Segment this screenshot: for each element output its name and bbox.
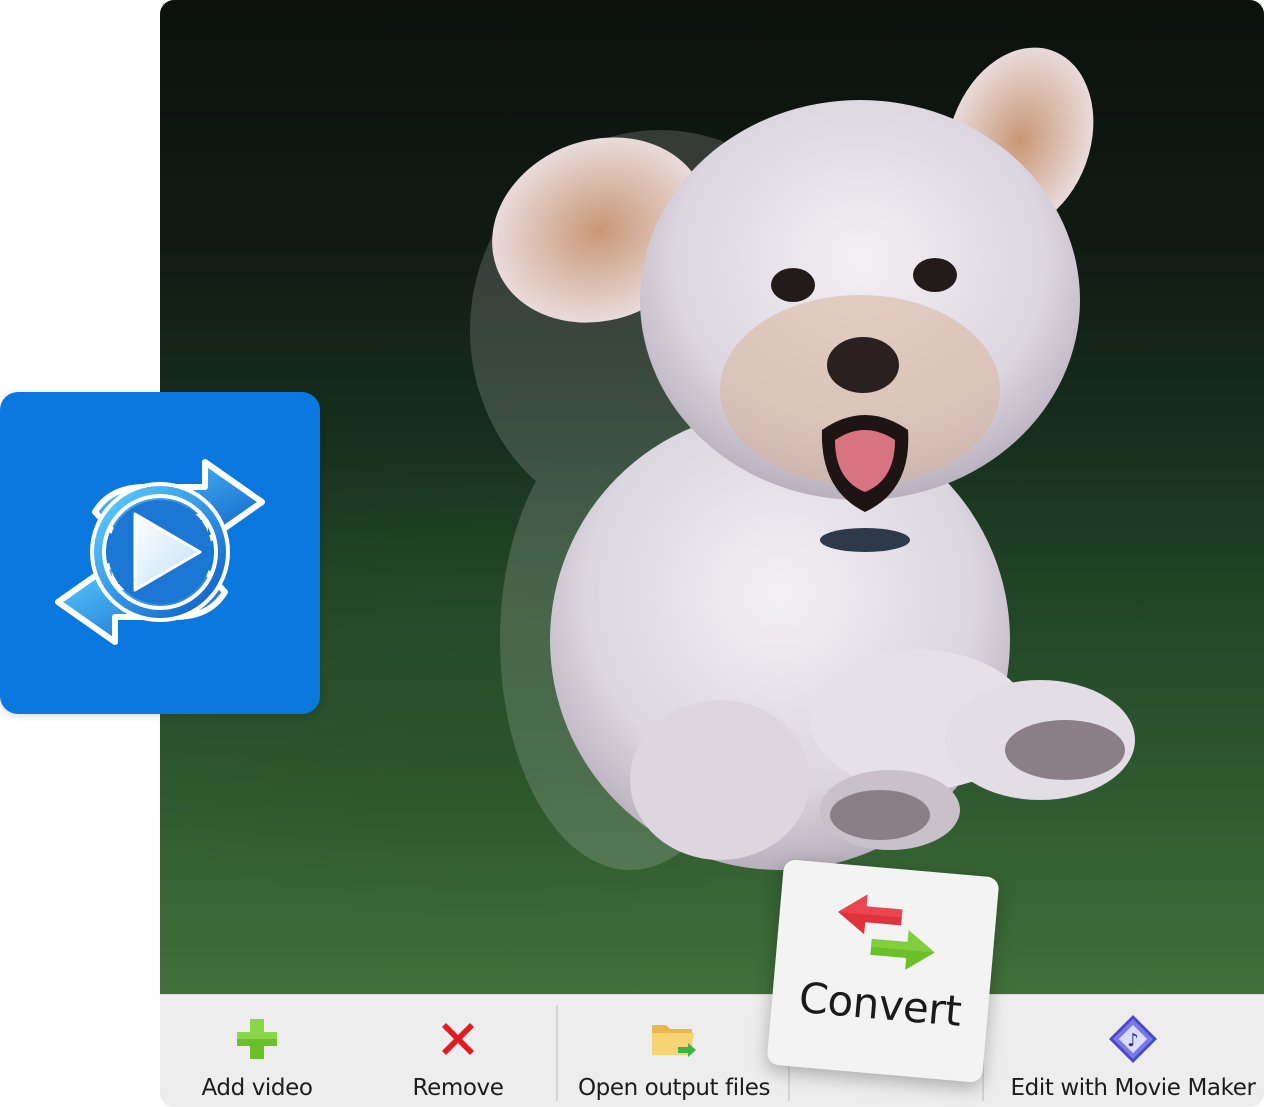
movie-maker-icon: ♪ — [1109, 1015, 1157, 1063]
plus-icon — [237, 1019, 277, 1059]
remove-button[interactable]: Remove — [408, 995, 508, 1107]
edit-with-movie-maker-button[interactable]: ♪ Edit with Movie Maker — [1011, 995, 1256, 1107]
add-video-button[interactable]: Add video — [201, 995, 313, 1107]
svg-text:♪: ♪ — [1127, 1030, 1139, 1051]
video-preview-image — [160, 0, 1264, 1106]
open-output-files-button[interactable]: Open output files — [578, 995, 770, 1107]
convert-label: Convert — [796, 972, 964, 1036]
toolbar: Add video Remove Open output files ♪ Edi… — [160, 994, 1264, 1107]
edit-with-movie-maker-label: Edit with Movie Maker — [1010, 1075, 1256, 1101]
folder-icon — [652, 1025, 696, 1057]
toolbar-divider — [556, 1005, 558, 1101]
convert-button[interactable]: Convert — [766, 858, 1000, 1084]
convert-arrows-icon — [837, 894, 935, 970]
x-icon — [442, 1023, 474, 1055]
app-logo — [0, 392, 320, 714]
remove-label: Remove — [412, 1075, 504, 1101]
convert-play-icon — [55, 459, 265, 645]
dog-photo — [470, 47, 1135, 870]
open-output-files-label: Open output files — [577, 1075, 771, 1101]
add-video-label: Add video — [201, 1075, 313, 1101]
